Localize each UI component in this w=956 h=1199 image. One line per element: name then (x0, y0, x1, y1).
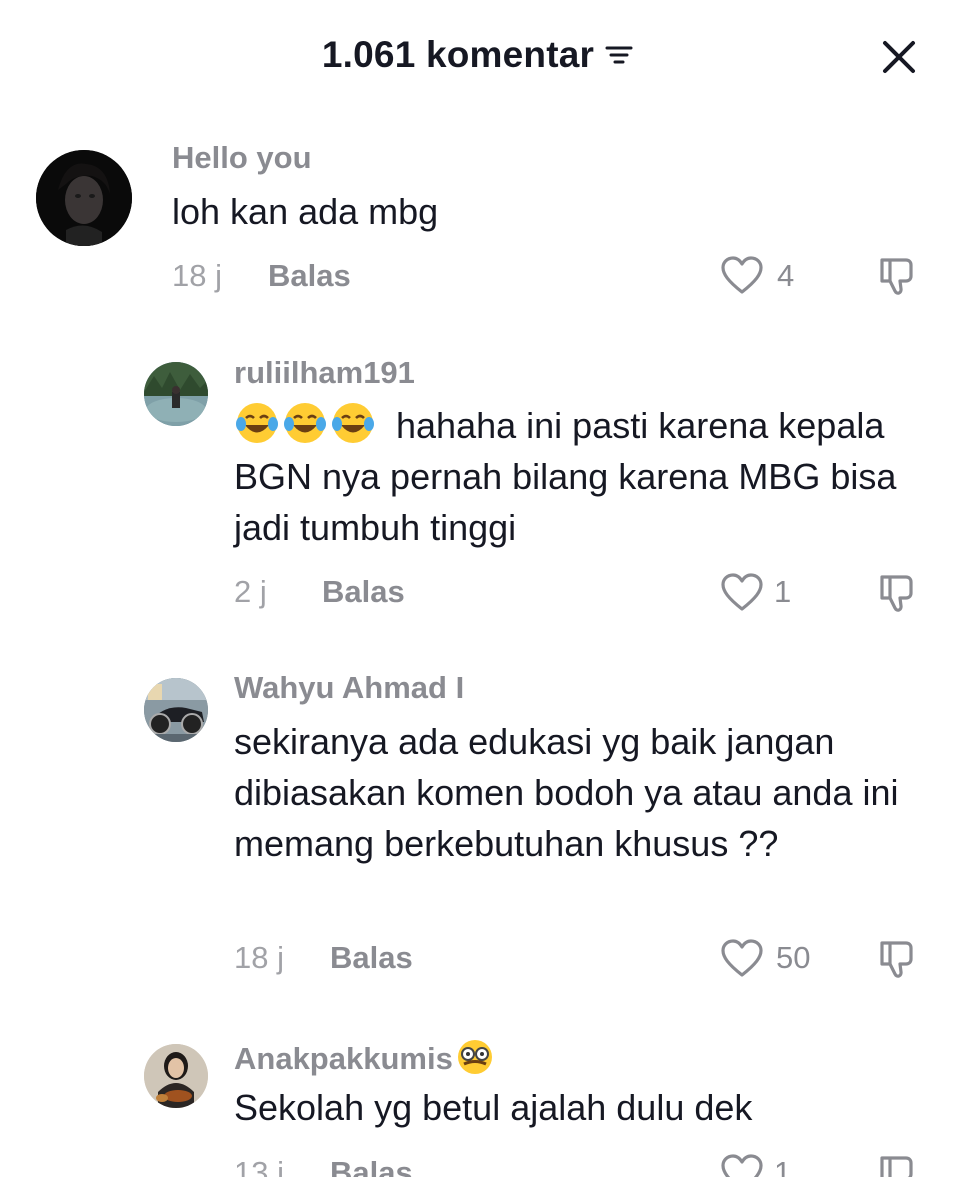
title-wrap: 1.061 komentar (0, 34, 956, 76)
reply-button[interactable]: Balas (330, 940, 413, 976)
avatar[interactable] (144, 1044, 208, 1108)
thumbs-down-icon[interactable] (876, 571, 920, 615)
face-with-tears-of-joy-icon (330, 400, 376, 446)
comment-text: hahaha ini pasti karena kepala BGN nya p… (234, 400, 924, 553)
filter-lines-icon[interactable] (604, 40, 634, 70)
heart-icon[interactable] (720, 254, 764, 298)
comment-time: 18 j (172, 258, 222, 293)
disguised-face-icon (455, 1037, 495, 1077)
comment-time: 18 j (234, 940, 284, 975)
reply-button[interactable]: Balas (268, 258, 351, 294)
avatar[interactable] (36, 150, 132, 246)
comment-username[interactable]: Hello you (172, 140, 312, 176)
thumbs-down-icon[interactable] (876, 254, 920, 298)
like-count: 4 (777, 258, 795, 293)
comment-time: 2 j (234, 574, 267, 609)
face-with-tears-of-joy-icon (282, 400, 328, 446)
heart-icon[interactable] (720, 937, 764, 981)
close-x-icon[interactable] (880, 38, 918, 76)
comments-sheet: 1.061 komentar Hello you loh kan ada mbg… (0, 0, 956, 1199)
comment-username[interactable]: ruliilham191 (234, 355, 415, 391)
avatar[interactable] (144, 362, 208, 426)
like-count: 1 (774, 574, 792, 609)
comment-username[interactable]: Wahyu Ahmad I (234, 670, 464, 706)
comment-text: Sekolah yg betul ajalah dulu dek (234, 1087, 753, 1128)
comment-username[interactable]: Anakpakkumis (234, 1037, 497, 1077)
comments-title: 1.061 komentar (321, 34, 595, 75)
like-count: 50 (776, 940, 811, 975)
comment-text: loh kan ada mbg (172, 191, 439, 232)
bottom-mask (0, 1177, 956, 1199)
comment-text: sekiranya ada edukasi yg baik jangan dib… (234, 721, 899, 864)
avatar[interactable] (144, 678, 208, 742)
thumbs-down-icon[interactable] (876, 937, 920, 981)
comments-header: 1.061 komentar (0, 0, 956, 112)
face-with-tears-of-joy-icon (234, 400, 280, 446)
comment-username-text: Anakpakkumis (234, 1041, 453, 1076)
reply-button[interactable]: Balas (322, 574, 405, 610)
heart-icon[interactable] (720, 571, 764, 615)
